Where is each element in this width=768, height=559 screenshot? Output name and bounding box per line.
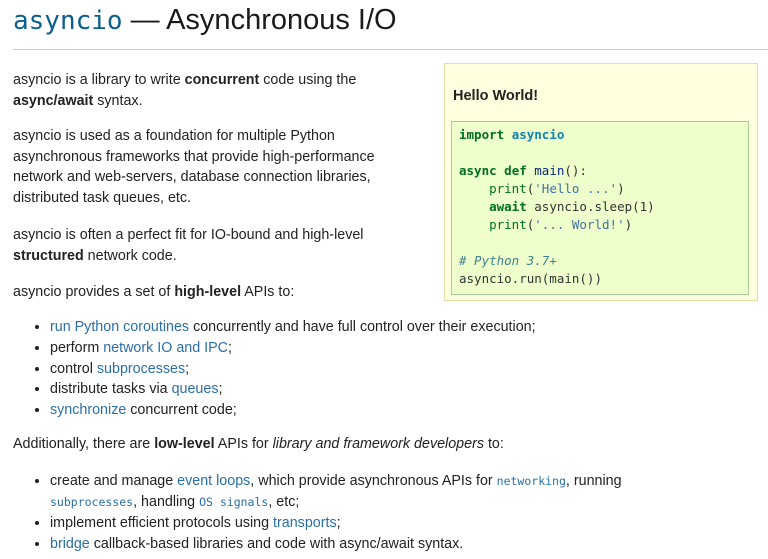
low-level-intro: Additionally, there are low-level APIs f… xyxy=(13,434,504,455)
code-line: print('... World!') xyxy=(489,217,633,232)
link-subprocesses-api[interactable]: subprocesses xyxy=(50,495,133,509)
list-item: distribute tasks via queues; xyxy=(50,379,536,400)
bold-async-await: async/await xyxy=(13,92,94,109)
code-line: async def main(): xyxy=(459,162,741,180)
text: ; xyxy=(228,339,232,356)
list-item-line: create and manage event loops, which pro… xyxy=(50,471,622,492)
code-line: asyncio.run(main()) xyxy=(459,270,741,288)
bold-concurrent: concurrent xyxy=(184,72,260,88)
intro-paragraph-4: asyncio provides a set of high-level API… xyxy=(13,282,294,303)
text: asyncio is a library to write xyxy=(13,72,185,88)
list-item-line: subprocesses, handling OS signals, etc; xyxy=(50,492,622,513)
text: control xyxy=(50,360,97,377)
text: asyncio is often a perfect fit for IO-bo… xyxy=(13,227,364,243)
list-item: synchronize concurrent code; xyxy=(50,400,536,421)
code-token: import xyxy=(459,127,505,142)
text: ; xyxy=(185,360,190,377)
text: , handling xyxy=(133,494,200,510)
code-comment: # Python 3.7+ xyxy=(459,253,557,268)
list-item: implement efficient protocols using tran… xyxy=(50,513,622,534)
intro-paragraph-1: asyncio is a library to write concurrent… xyxy=(13,70,356,111)
list-item: create and manage event loops, which pro… xyxy=(50,471,622,513)
text: concurrent code; xyxy=(126,402,237,419)
text: asyncio provides a set of xyxy=(13,284,175,300)
intro-paragraph-3: asyncio is often a perfect fit for IO-bo… xyxy=(13,225,363,266)
code-token: await xyxy=(489,199,527,214)
text: network code. xyxy=(83,247,177,264)
link-network-io-ipc[interactable]: network IO and IPC xyxy=(103,340,228,356)
link-transports[interactable]: transports xyxy=(273,515,337,531)
text: , running xyxy=(565,473,622,489)
list-item: run Python coroutines concurrently and h… xyxy=(50,317,536,338)
code-block[interactable]: import asyncio async def main(): print('… xyxy=(451,121,749,295)
text: ; xyxy=(336,515,341,531)
link-synchronize[interactable]: synchronize xyxy=(50,402,126,418)
text: syntax. xyxy=(93,92,143,109)
text: , etc; xyxy=(268,494,300,510)
bold-structured: structured xyxy=(13,247,84,264)
bold-low-level: low-level xyxy=(154,436,215,452)
code-line: print('Hello ...') xyxy=(489,181,625,196)
title-rest: — Asynchronous I/O xyxy=(122,4,397,36)
code-token: print xyxy=(489,181,527,196)
code-line: import asyncio xyxy=(459,126,741,144)
high-level-api-list: run Python coroutines concurrently and h… xyxy=(32,317,536,421)
module-name: asyncio xyxy=(13,6,123,36)
text: Additionally, there are xyxy=(13,436,155,452)
link-subprocesses[interactable]: subprocesses xyxy=(97,361,185,377)
code-token: main xyxy=(534,163,565,178)
code-token: print xyxy=(489,217,527,232)
page-title: asyncio — Asynchronous I/O xyxy=(13,4,397,37)
text: , which provide asynchronous APIs for xyxy=(250,473,497,489)
list-item: perform network IO and IPC; xyxy=(50,338,536,359)
code-token: asyncio.sleep(1) xyxy=(534,199,655,214)
text: asyncio is used as a foundation for mult… xyxy=(13,128,335,144)
title-divider xyxy=(13,49,768,50)
intro-paragraph-2: asyncio is used as a foundation for mult… xyxy=(13,126,375,208)
code-token: '... World!' xyxy=(534,217,625,232)
low-level-api-list: create and manage event loops, which pro… xyxy=(32,471,622,555)
text: ; xyxy=(218,381,223,398)
code-token: def xyxy=(504,163,527,178)
link-os-signals[interactable]: OS signals xyxy=(199,495,268,509)
text: callback-based libraries and code with a… xyxy=(89,536,464,552)
text: asynchronous frameworks that provide hig… xyxy=(13,148,375,165)
link-bridge[interactable]: bridge xyxy=(50,536,90,552)
bold-high-level: high-level xyxy=(174,284,242,300)
link-event-loops[interactable]: event loops xyxy=(177,473,250,489)
text: APIs to: xyxy=(241,284,295,300)
text: network and web-servers, database connec… xyxy=(13,169,371,185)
text: code using the xyxy=(259,72,357,88)
list-item: control subprocesses; xyxy=(50,359,536,380)
code-token: asyncio xyxy=(511,127,565,142)
text: concurrently and have full control over … xyxy=(189,319,536,335)
list-item: bridge callback-based libraries and code… xyxy=(50,534,622,555)
code-token: (): xyxy=(564,163,587,178)
link-run-python-coroutines[interactable]: run Python coroutines xyxy=(50,319,189,335)
link-networking[interactable]: networking xyxy=(497,474,566,488)
text: to: xyxy=(483,436,504,452)
code-token: async xyxy=(459,163,497,178)
text: create and manage xyxy=(50,473,178,489)
code-line: await asyncio.sleep(1) xyxy=(459,198,741,216)
code-token: 'Hello ...' xyxy=(534,181,618,196)
code-token: asyncio.run(main()) xyxy=(459,271,602,286)
text: APIs for xyxy=(214,436,273,452)
code-line: # Python 3.7+ xyxy=(459,252,741,270)
text: perform xyxy=(50,339,104,356)
link-queues[interactable]: queues xyxy=(172,381,219,397)
italic-audience: library and framework developers xyxy=(272,436,484,452)
text: distribute tasks via xyxy=(50,381,172,398)
text: implement efficient protocols using xyxy=(50,515,274,531)
text: distributed task queues, etc. xyxy=(13,189,192,206)
hello-world-sidebar: Hello World! import asyncio async def ma… xyxy=(444,63,758,301)
sidebar-title: Hello World! xyxy=(453,88,539,104)
